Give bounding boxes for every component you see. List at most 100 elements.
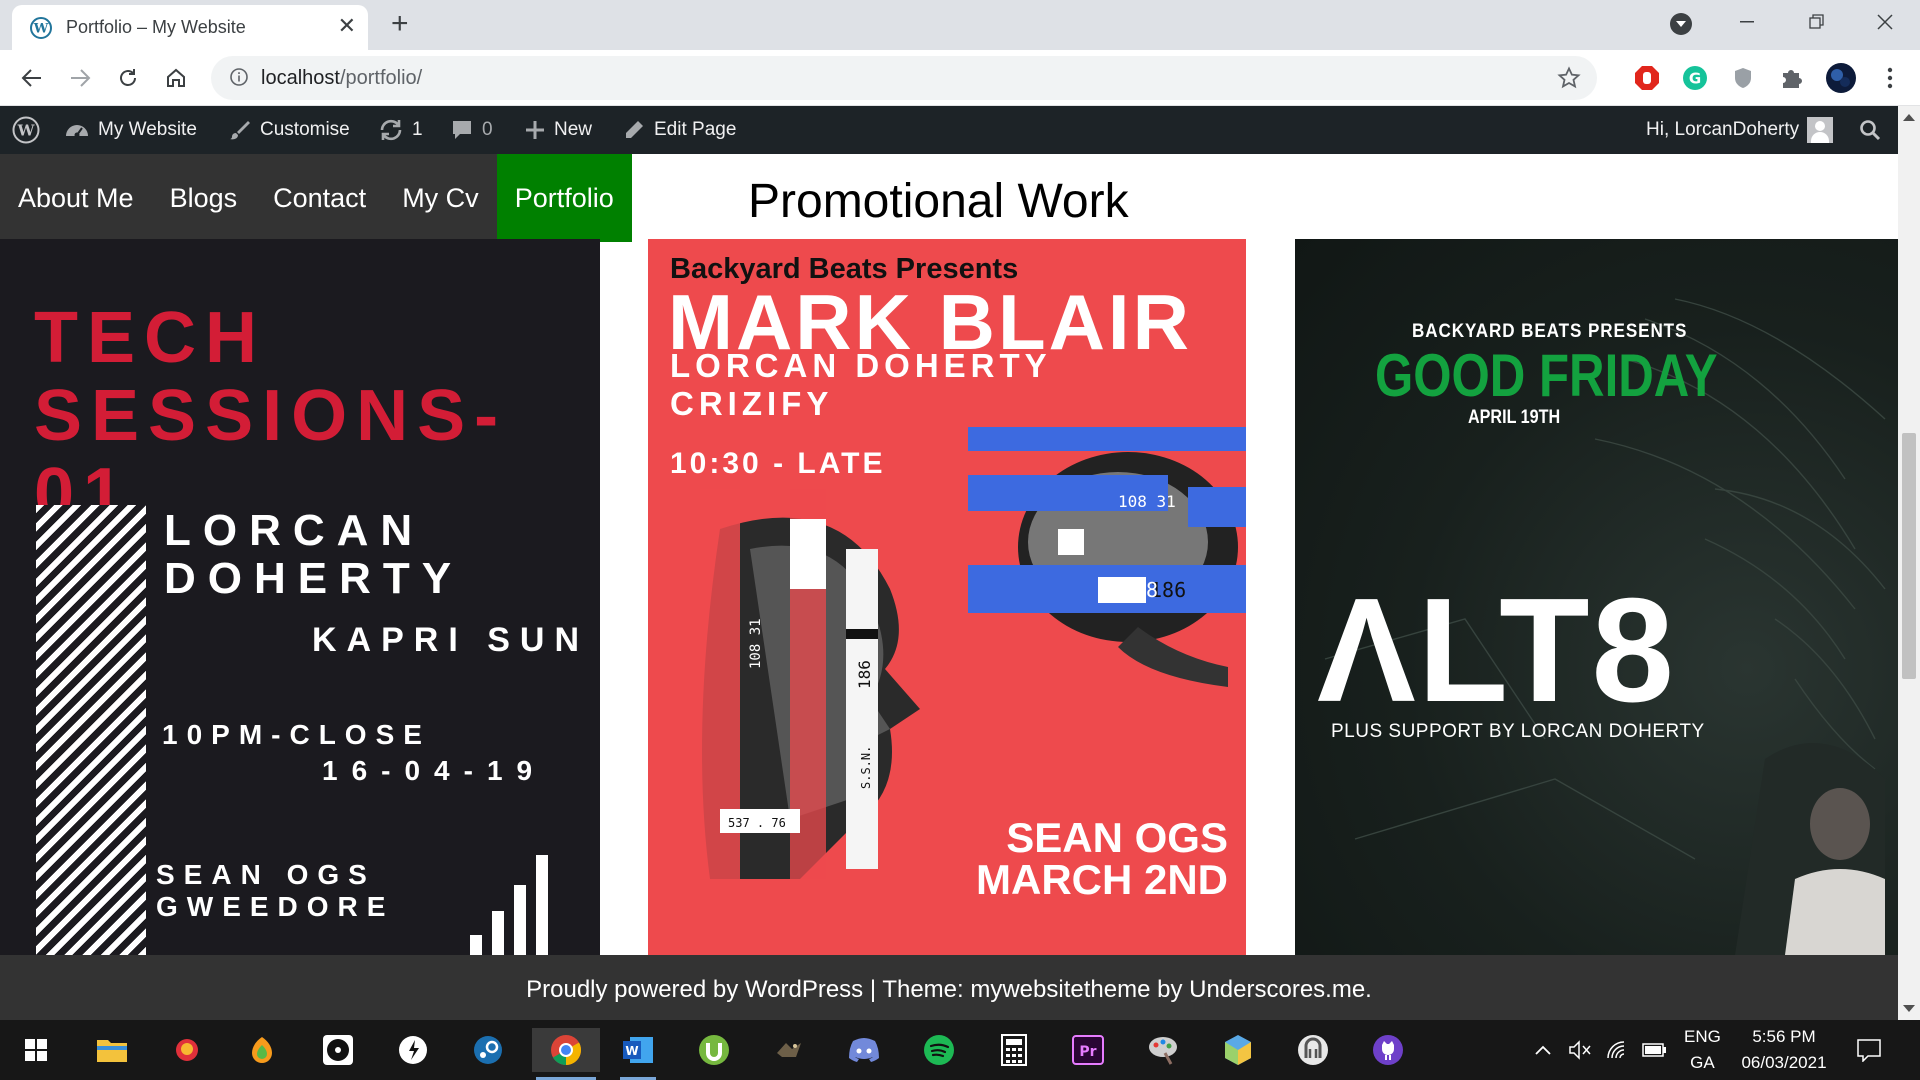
folder-icon [97, 1040, 127, 1062]
glitch-label: 48 [1134, 578, 1158, 602]
svg-text:G: G [1689, 70, 1701, 88]
url-text[interactable]: localhost/portfolio/ [261, 67, 422, 90]
page-scrollbar[interactable] [1898, 106, 1920, 1020]
battery-button[interactable] [1642, 1020, 1668, 1080]
browser-toolbar: localhost/portfolio/ G [0, 50, 1920, 106]
chrome-menu-icon[interactable] [1876, 64, 1904, 92]
new-content-menu[interactable]: New [524, 106, 592, 154]
paint-icon [1149, 1037, 1177, 1065]
updates-count: 1 [412, 119, 423, 140]
poster-tech-sessions[interactable]: TECH SESSIONS-01 LORCAN DOHERTY KAPRI SUN… [0, 239, 600, 955]
arrow-right-icon [71, 69, 91, 87]
clock[interactable]: 5:56 PM 06/03/2021 [1736, 1020, 1832, 1080]
scroll-up-arrow[interactable] [1903, 114, 1915, 121]
show-hidden-icons[interactable] [1534, 1020, 1552, 1080]
lang-top: ENG [1684, 1027, 1721, 1046]
tab-search-icon[interactable] [1670, 13, 1692, 35]
calculator-icon [1001, 1034, 1027, 1066]
taskbar-paint[interactable] [1141, 1028, 1185, 1072]
profile-avatar[interactable] [1825, 62, 1857, 94]
extensions-puzzle-icon[interactable] [1777, 64, 1805, 92]
poster-presents: BACKYARD BEATS PRESENTS [1412, 321, 1688, 342]
adblock-icon[interactable] [1633, 64, 1661, 92]
edit-page-label: Edit Page [654, 119, 737, 140]
action-center-button[interactable] [1856, 1020, 1882, 1080]
battery-icon [1642, 1043, 1666, 1057]
svg-text:Pr: Pr [1079, 1044, 1096, 1060]
svg-text:W: W [625, 1044, 638, 1058]
nav-item-about-me[interactable]: About Me [0, 154, 152, 242]
minimize-button[interactable] [1714, 0, 1780, 44]
taskbar-calculator[interactable] [992, 1028, 1036, 1072]
windows-taskbar: W Pr ENG GA 5:56 PM 06/03/2021 [0, 1020, 1920, 1080]
tab-title: Portfolio – My Website [66, 17, 246, 37]
taskbar-serato[interactable] [316, 1028, 360, 1072]
scroll-thumb[interactable] [1902, 433, 1916, 679]
taskbar-app[interactable] [165, 1028, 209, 1072]
back-button[interactable] [14, 60, 50, 96]
customise-link[interactable]: Customise [228, 106, 350, 154]
new-tab-button[interactable]: + [391, 9, 409, 39]
wifi-icon [1607, 1041, 1625, 1059]
taskbar-word[interactable]: W [616, 1028, 660, 1080]
info-icon[interactable] [229, 67, 249, 87]
clock-date: 06/03/2021 [1741, 1053, 1827, 1072]
bookmark-star-icon[interactable] [1557, 66, 1581, 90]
poster-alt8[interactable]: BACKYARD BEATS PRESENTS GOOD FRIDAY APRI… [1295, 239, 1898, 955]
glitch-portrait-right: 186 108 31 48 [968, 427, 1246, 687]
taskbar-discord[interactable] [842, 1028, 886, 1072]
address-bar[interactable]: localhost/portfolio/ [211, 56, 1597, 100]
poster-time: 10:30 - LATE [670, 447, 886, 480]
nav-item-my-cv[interactable]: My Cv [384, 154, 497, 242]
restore-icon [1809, 14, 1824, 29]
browser-tab[interactable]: W Portfolio – My Website ✕ [12, 5, 368, 50]
wordpress-icon: W [30, 17, 52, 39]
cube-icon [1225, 1035, 1251, 1065]
site-name-menu[interactable]: My Website [64, 106, 197, 154]
pencil-icon [626, 121, 643, 138]
taskbar-file-explorer[interactable] [90, 1028, 134, 1072]
admin-search-button[interactable] [1858, 106, 1882, 154]
close-window-button[interactable] [1852, 0, 1918, 44]
edit-page-link[interactable]: Edit Page [622, 106, 736, 154]
comments-link[interactable]: 0 [450, 106, 493, 154]
scroll-down-arrow[interactable] [1903, 1005, 1915, 1012]
reload-button[interactable] [110, 60, 146, 96]
taskbar-premiere[interactable]: Pr [1066, 1028, 1110, 1072]
wp-logo-menu[interactable]: W [12, 106, 40, 154]
taskbar-fl-studio[interactable] [240, 1028, 284, 1072]
taskbar-xampp[interactable] [1291, 1028, 1335, 1072]
volume-muted-icon [1569, 1040, 1591, 1060]
taskbar-github[interactable] [1366, 1028, 1410, 1072]
taskbar-utorrent[interactable] [692, 1028, 736, 1072]
taskbar-chrome[interactable] [532, 1028, 600, 1080]
glitch-label: 108 31 [748, 618, 764, 669]
start-button[interactable] [14, 1028, 58, 1072]
updates-link[interactable]: 1 [378, 106, 423, 154]
poster-headline: GOOD FRIDAY [1375, 342, 1718, 409]
volume-button[interactable] [1568, 1020, 1592, 1080]
taskbar-app-2[interactable] [767, 1028, 811, 1072]
shield-icon[interactable] [1729, 64, 1757, 92]
premiere-icon: Pr [1072, 1035, 1104, 1065]
nav-item-contact[interactable]: Contact [255, 154, 384, 242]
taskbar-logic[interactable] [391, 1028, 435, 1072]
input-language[interactable]: ENG GA [1684, 1020, 1721, 1080]
home-button[interactable] [158, 60, 194, 96]
my-account-menu[interactable]: Hi, LorcanDoherty [1646, 106, 1834, 154]
avatar [1807, 117, 1834, 143]
nav-item-blogs[interactable]: Blogs [152, 154, 256, 242]
restore-button[interactable] [1784, 0, 1850, 44]
clock-time: 5:56 PM [1752, 1027, 1816, 1046]
forward-button[interactable] [62, 60, 98, 96]
nav-item-portfolio[interactable]: Portfolio [496, 154, 632, 242]
taskbar-cube[interactable] [1216, 1028, 1260, 1072]
page-title: Promotional Work [748, 175, 1129, 228]
taskbar-spotify[interactable] [917, 1028, 961, 1072]
grammarly-icon[interactable]: G [1681, 64, 1709, 92]
close-tab-icon[interactable]: ✕ [338, 14, 356, 38]
taskbar-steam[interactable] [466, 1028, 510, 1072]
poster-mark-blair[interactable]: Backyard Beats Presents MARK BLAIR LORCA… [648, 239, 1246, 955]
network-button[interactable] [1606, 1020, 1630, 1080]
lang-bottom: GA [1690, 1053, 1715, 1072]
